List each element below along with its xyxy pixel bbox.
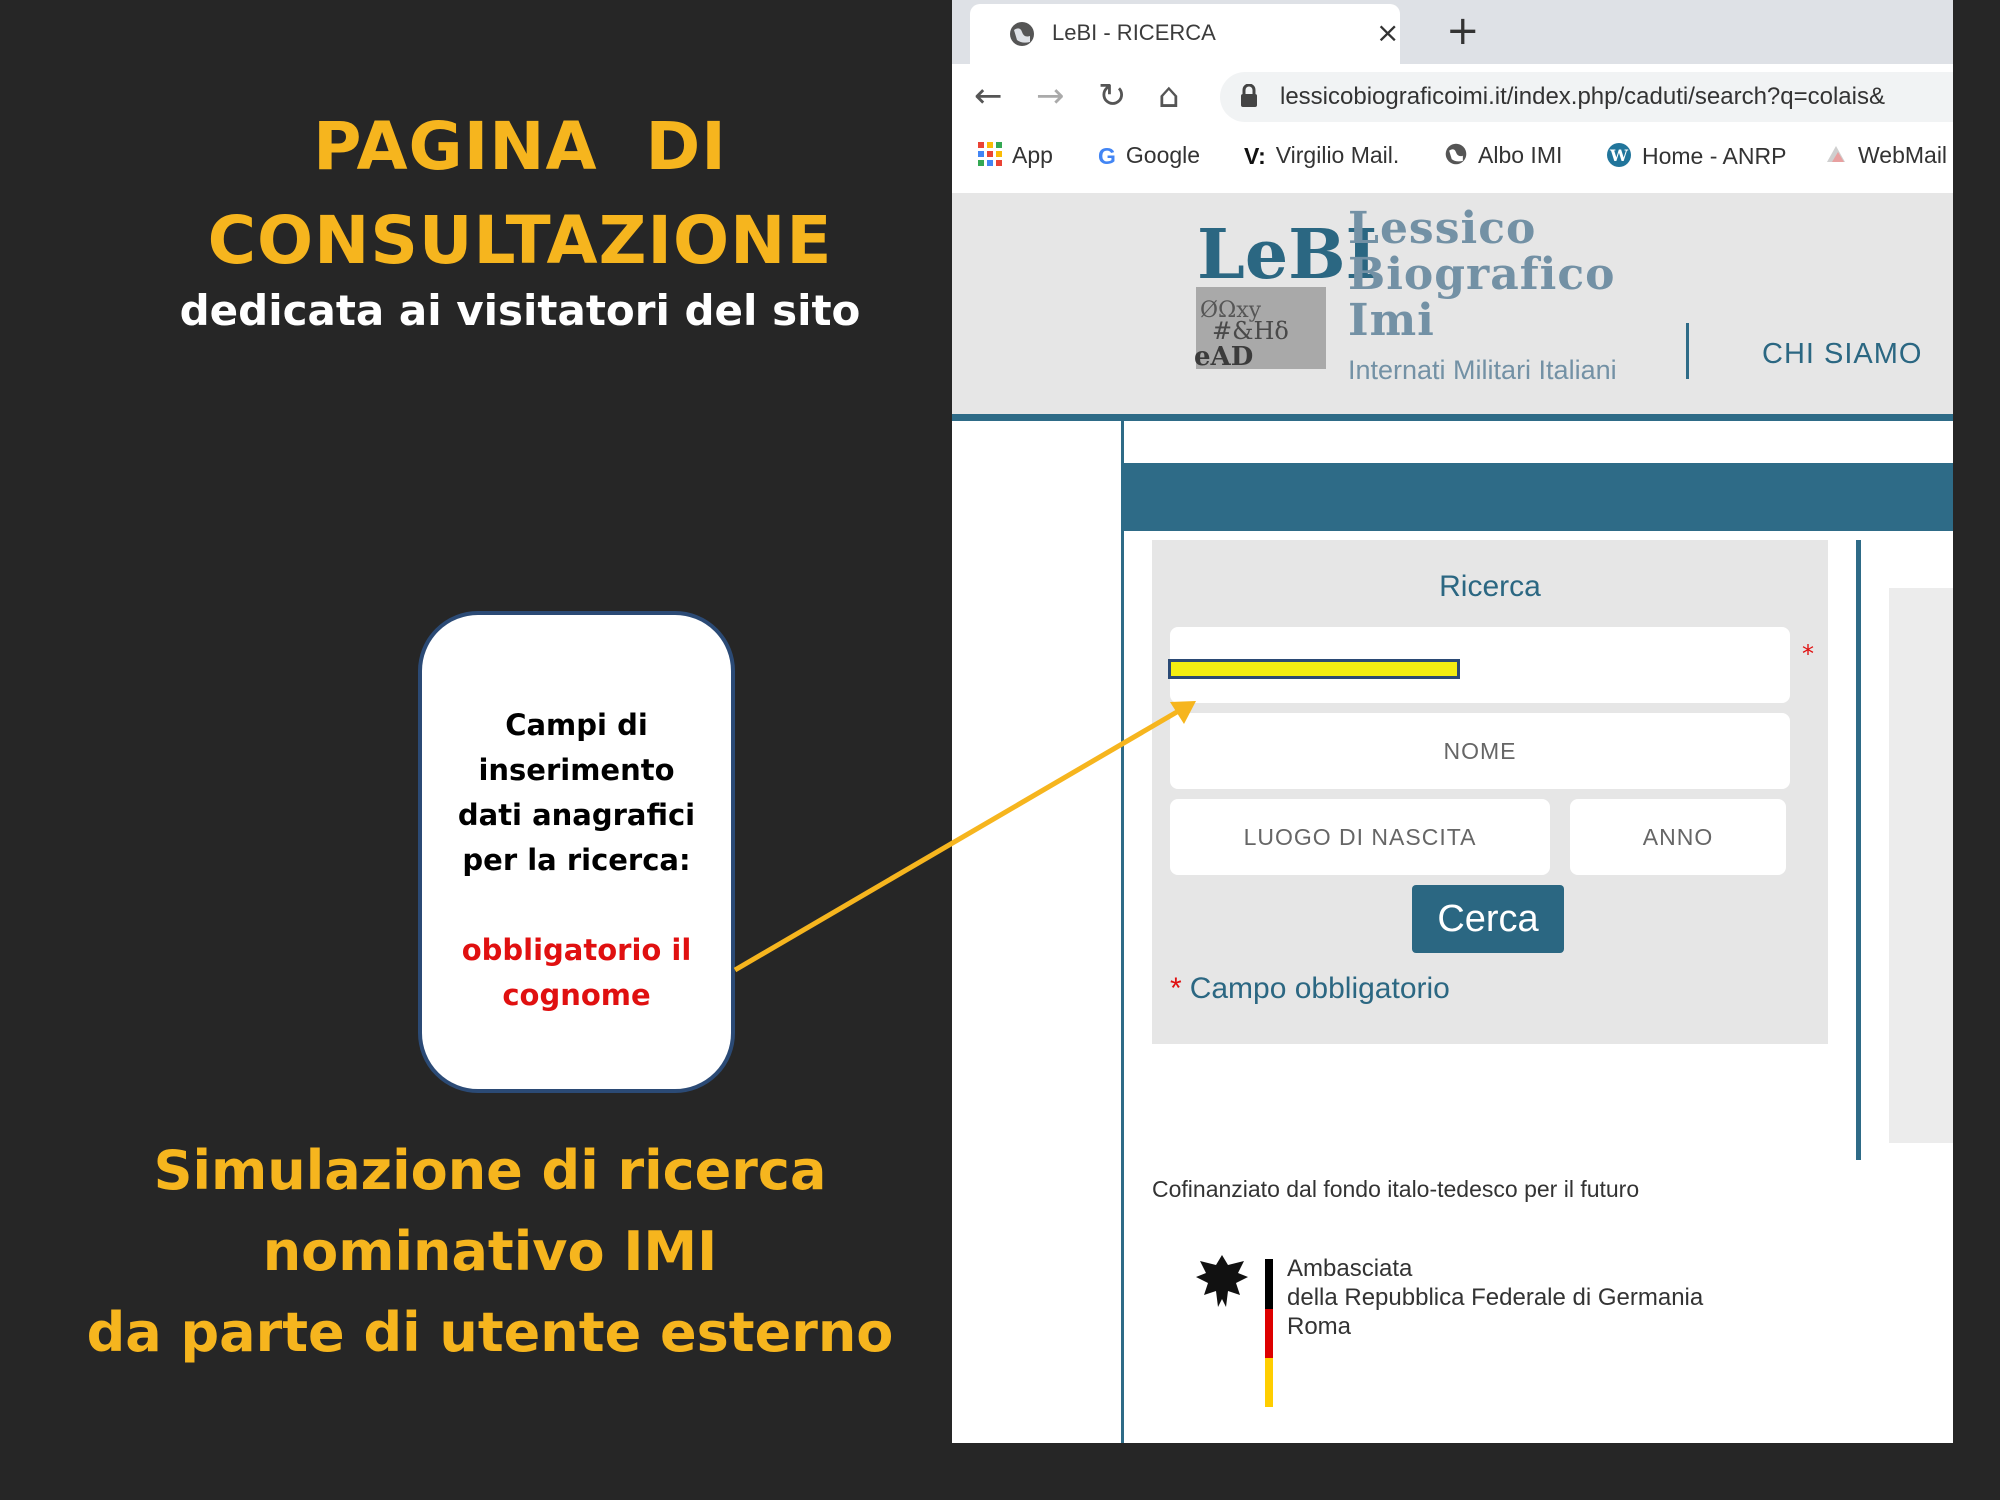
mandatory-note-text: Campo obbligatorio — [1189, 972, 1450, 1005]
bookmark-apps[interactable]: App — [978, 142, 1053, 172]
address-row: ← → ↻ ⌂ lessicobiograficoimi.it/index.ph… — [952, 64, 1953, 132]
cofinanziato-text: Cofinanziato dal fondo italo-tedesco per… — [1152, 1176, 1640, 1202]
site-header: ØΩxy #&Hδ eAD LeBI Lessico Biografico Im… — [952, 193, 1953, 421]
slide-title-line1: PAGINA DI — [313, 108, 727, 185]
caption-line: da parte di utente esterno — [86, 1301, 894, 1364]
url-text: lessicobiograficoimi.it/index.php/caduti… — [1280, 83, 1885, 110]
address-bar[interactable]: lessicobiograficoimi.it/index.php/caduti… — [1220, 72, 1953, 122]
embassy-line: Ambasciata — [1287, 1255, 1413, 1282]
slide-title: PAGINA DI CONSULTAZIONE — [180, 100, 860, 288]
highlight-marker — [1168, 659, 1460, 679]
required-star: * — [1170, 972, 1182, 1005]
cerca-button[interactable]: Cerca — [1412, 885, 1564, 953]
bookmark-albo-imi[interactable]: Albo IMI — [1444, 142, 1562, 172]
bookmark-label: App — [1012, 142, 1053, 169]
embassy-line: Roma — [1287, 1313, 1352, 1340]
globe-icon — [1008, 20, 1036, 52]
close-icon[interactable]: × — [1376, 16, 1399, 49]
caption-line: nominativo IMI — [262, 1220, 718, 1283]
svg-text:#&Hδ: #&Hδ — [1212, 317, 1289, 345]
bookmark-label: Virgilio Mail. — [1275, 142, 1400, 168]
luogo-di-nascita-field[interactable]: LUOGO DI NASCITA — [1170, 799, 1550, 875]
page-content: Ricerca * NOME LUOGO DI NASCITA ANNO Cer… — [952, 421, 1953, 1443]
apps-grid-icon — [978, 142, 1002, 172]
callout-line: Campi di — [505, 708, 648, 742]
logo-subtitle: Internati Militari Italiani — [1348, 355, 1617, 385]
sidebar-border — [1856, 540, 1861, 1160]
embassy-text: Ambasciata della Repubblica Federale di … — [1287, 1254, 1703, 1341]
callout-red-line: cognome — [502, 978, 651, 1012]
google-icon: G — [1098, 143, 1116, 170]
webmail-icon — [1824, 142, 1848, 172]
back-arrow-icon[interactable]: ← — [974, 76, 1003, 116]
embassy-line: della Repubblica Federale di Germania — [1287, 1284, 1704, 1311]
bookmark-virgilio[interactable]: V: Virgilio Mail. — [1244, 142, 1399, 170]
logo-word-biografico: Biografico — [1348, 249, 1616, 300]
bookmark-label: Home - ANRP — [1642, 143, 1787, 170]
eagle-icon — [1196, 1255, 1248, 1307]
virgilio-icon: V: — [1244, 143, 1266, 170]
caption-line: Simulazione di ricerca — [153, 1139, 827, 1202]
callout-line: inserimento — [478, 753, 675, 787]
content-band — [1123, 463, 1953, 531]
bottom-caption: Simulazione di ricerca nominativo IMI da… — [80, 1130, 900, 1373]
callout-required-note: obbligatorio il cognome — [422, 928, 731, 1018]
german-flag-bar — [1265, 1259, 1273, 1407]
browser-window: LeBI - RICERCA × + ← → ↻ ⌂ lessicobiogra… — [952, 0, 1953, 1443]
forward-arrow-icon[interactable]: → — [1036, 76, 1065, 116]
slide-title-line2: CONSULTAZIONE — [207, 202, 833, 279]
sidebar-box — [1889, 588, 1953, 1143]
bookmark-label: WebMail — [1858, 142, 1948, 169]
logo-word-lessico: Lessico — [1348, 203, 1537, 254]
tab-title: LeBI - RICERCA — [1052, 20, 1216, 45]
home-icon[interactable]: ⌂ — [1158, 76, 1180, 116]
anno-field[interactable]: ANNO — [1570, 799, 1786, 875]
nome-field[interactable]: NOME — [1170, 713, 1790, 789]
callout-line: dati anagrafici — [457, 798, 696, 832]
search-title: Ricerca — [1439, 570, 1541, 603]
bookmark-label: Albo IMI — [1478, 142, 1563, 169]
reload-icon[interactable]: ↻ — [1098, 76, 1127, 116]
svg-text:W: W — [1609, 146, 1629, 165]
callout-red-line: obbligatorio il — [461, 933, 692, 967]
required-star: * — [1802, 640, 1814, 668]
new-tab-button[interactable]: + — [1446, 8, 1480, 54]
bookmark-webmail[interactable]: WebMail — [1824, 142, 1947, 172]
bookmark-anrp[interactable]: W Home - ANRP — [1606, 142, 1786, 174]
browser-tab[interactable]: LeBI - RICERCA × — [970, 4, 1400, 64]
mandatory-note: * Campo obbligatorio — [1170, 972, 1450, 1006]
search-panel: Ricerca * NOME LUOGO DI NASCITA ANNO Cer… — [1152, 540, 1828, 1044]
svg-text:eAD: eAD — [1194, 342, 1253, 372]
callout-box: Campi di inserimento dati anagrafici per… — [418, 611, 735, 1093]
logo-word-imi: Imi — [1348, 295, 1435, 346]
slide-subtitle: dedicata ai visitatori del sito — [179, 286, 861, 335]
callout-description: Campi di inserimento dati anagrafici per… — [422, 703, 731, 883]
wordpress-icon: W — [1606, 142, 1632, 174]
bookmark-label: Google — [1125, 142, 1201, 168]
tab-bar: LeBI - RICERCA × + — [952, 0, 1953, 64]
content-border — [1121, 421, 1124, 1443]
bookmark-google[interactable]: G Google — [1098, 142, 1200, 170]
nav-chi-siamo[interactable]: CHI SIAMO — [1762, 338, 1922, 371]
bookmarks-bar: App G Google V: Virgilio Mail. Albo IMI W … — [952, 132, 1953, 186]
callout-line: per la ricerca: — [462, 843, 691, 877]
globe-icon — [1444, 142, 1468, 172]
header-divider — [1686, 323, 1689, 379]
lock-icon — [1240, 83, 1258, 112]
